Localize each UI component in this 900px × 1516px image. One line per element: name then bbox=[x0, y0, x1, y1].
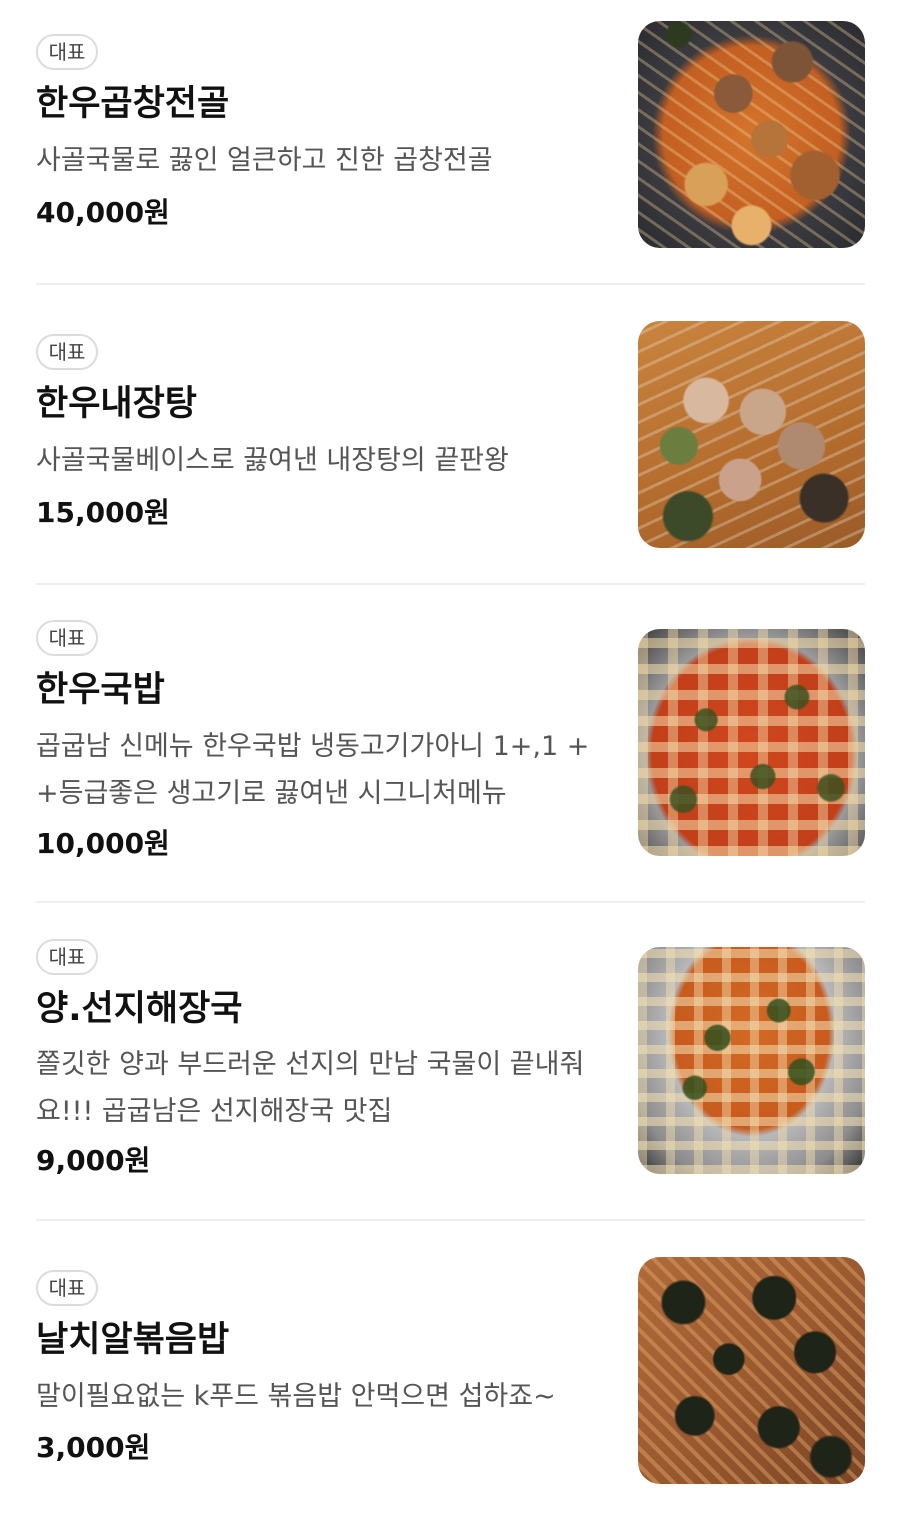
menu-item-photo[interactable] bbox=[638, 947, 865, 1174]
menu-item-name: 한우곱창전골 bbox=[36, 84, 230, 124]
divider bbox=[36, 1219, 865, 1221]
signature-badge: 대표 bbox=[36, 34, 98, 70]
menu-item-photo[interactable] bbox=[638, 1257, 865, 1484]
divider bbox=[36, 901, 865, 903]
menu-item-name: 한우국밥 bbox=[36, 670, 165, 710]
menu-item-price: 9,000원 bbox=[36, 1144, 151, 1177]
menu-item-price: 10,000원 bbox=[36, 827, 170, 860]
menu-item-description: 말이필요없는 k푸드 볶음밥 안먹으면 섭하죠~ bbox=[36, 1381, 556, 1412]
signature-badge: 대표 bbox=[36, 1270, 98, 1306]
menu-item-price: 40,000원 bbox=[36, 196, 170, 229]
menu-item-description: 쫄깃한 양과 부드러운 선지의 만남 국물이 끝내줘요!!! 곱굽남은 선지해장… bbox=[36, 1049, 585, 1127]
menu-item-name: 한우내장탕 bbox=[36, 384, 198, 424]
menu-item-photo[interactable] bbox=[638, 21, 865, 248]
signature-badge: 대표 bbox=[36, 620, 98, 656]
menu-item-description: 사골국물로 끓인 얼큰하고 진한 곱창전골 bbox=[36, 145, 493, 176]
divider bbox=[36, 283, 865, 285]
menu-item-description: 곱굽남 신메뉴 한우국밥 냉동고기가아니 1+,1 ++등급좋은 생고기로 끓여… bbox=[36, 731, 590, 809]
signature-badge: 대표 bbox=[36, 939, 98, 975]
menu-item-description: 사골국물베이스로 끓여낸 내장탕의 끝판왕 bbox=[36, 445, 509, 476]
menu-list: 대표 한우곱창전골 사골국물로 끓인 얼큰하고 진한 곱창전골 40,000원 … bbox=[0, 0, 900, 1516]
menu-item-photo[interactable] bbox=[638, 321, 865, 548]
menu-item-price: 15,000원 bbox=[36, 496, 170, 529]
menu-item-price: 3,000원 bbox=[36, 1431, 151, 1464]
menu-item-name: 날치알볶음밥 bbox=[36, 1320, 230, 1360]
menu-item-photo[interactable] bbox=[638, 629, 865, 856]
divider bbox=[36, 583, 865, 585]
signature-badge: 대표 bbox=[36, 334, 98, 370]
menu-item-name: 양.선지해장국 bbox=[36, 989, 243, 1029]
